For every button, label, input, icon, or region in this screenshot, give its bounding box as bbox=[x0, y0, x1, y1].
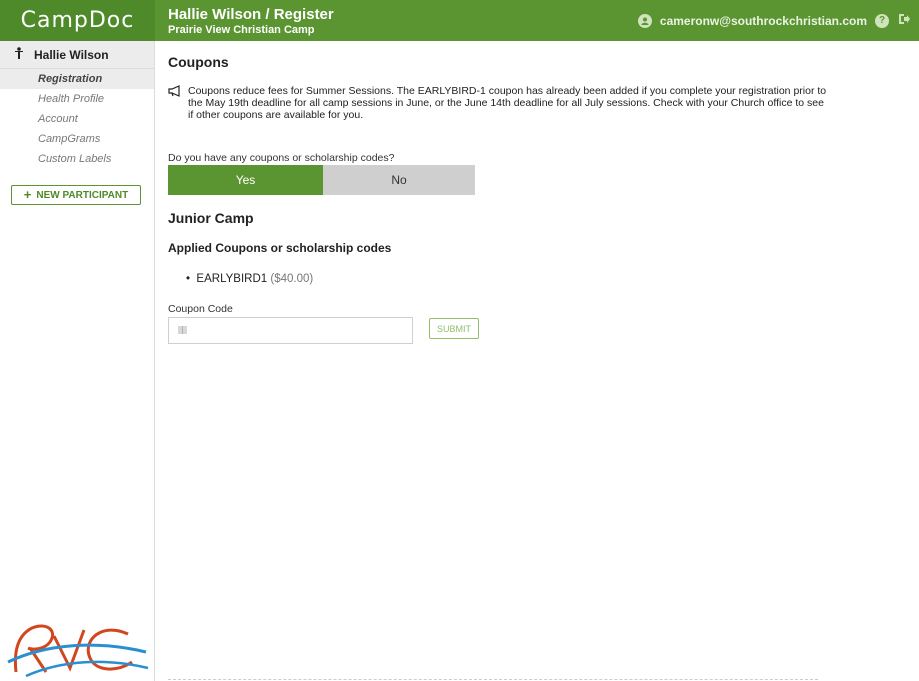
sidebar-item-registration[interactable]: Registration bbox=[0, 69, 154, 89]
submit-button[interactable]: SUBMIT bbox=[429, 318, 479, 339]
coupon-question: Do you have any coupons or scholarship c… bbox=[168, 152, 395, 164]
sidebar-item-campgrams[interactable]: CampGrams bbox=[0, 129, 154, 149]
brand-logo[interactable]: CampDoc bbox=[0, 0, 155, 41]
sidebar-item-custom-labels[interactable]: Custom Labels bbox=[0, 149, 154, 169]
session-heading: Junior Camp bbox=[168, 210, 254, 226]
sidebar-item-health-profile[interactable]: Health Profile bbox=[0, 89, 154, 109]
coupon-code-input[interactable] bbox=[168, 317, 413, 344]
coupon-code-label: Coupon Code bbox=[168, 303, 233, 315]
participant-name: Hallie Wilson bbox=[34, 47, 109, 62]
coupon-code-text: EARLYBIRD1 bbox=[196, 273, 268, 285]
top-bar: CampDoc Hallie Wilson / Register Prairie… bbox=[0, 0, 919, 41]
page-title: Hallie Wilson / Register bbox=[168, 6, 334, 23]
yes-button[interactable]: Yes bbox=[168, 165, 323, 195]
coupon-amount: ($40.00) bbox=[270, 273, 314, 285]
participant-header[interactable]: Hallie Wilson bbox=[0, 41, 154, 69]
sidebar: Hallie Wilson Registration Health Profil… bbox=[0, 41, 155, 681]
barcode-icon bbox=[178, 326, 187, 334]
main-content: Coupons Coupons reduce fees for Summer S… bbox=[168, 41, 908, 681]
sidebar-item-account[interactable]: Account bbox=[0, 109, 154, 129]
new-participant-label: NEW PARTICIPANT bbox=[36, 189, 129, 201]
applied-coupons-heading: Applied Coupons or scholarship codes bbox=[168, 241, 392, 255]
help-icon[interactable]: ? bbox=[875, 13, 889, 28]
list-item: • EARLYBIRD1 ($40.00) bbox=[186, 273, 313, 285]
user-email-link[interactable]: cameronw@southrockchristian.com bbox=[660, 14, 867, 28]
new-participant-button[interactable]: + NEW PARTICIPANT bbox=[11, 185, 141, 205]
coupon-notice: Coupons reduce fees for Summer Sessions.… bbox=[168, 85, 828, 121]
coupon-notice-text: Coupons reduce fees for Summer Sessions.… bbox=[188, 85, 827, 121]
plus-icon: + bbox=[23, 187, 32, 202]
megaphone-icon bbox=[168, 85, 182, 121]
user-area: cameronw@southrockchristian.com ? bbox=[637, 0, 911, 41]
person-icon bbox=[14, 47, 24, 62]
camp-logo bbox=[7, 624, 149, 678]
coupon-toggle: Yes No bbox=[168, 165, 475, 195]
bullet: • bbox=[186, 273, 197, 285]
page-subtitle: Prairie View Christian Camp bbox=[168, 24, 315, 36]
no-button[interactable]: No bbox=[323, 165, 475, 195]
logout-icon[interactable] bbox=[897, 12, 911, 29]
user-icon[interactable] bbox=[637, 13, 652, 28]
coupons-heading: Coupons bbox=[168, 54, 229, 70]
divider bbox=[168, 679, 818, 680]
